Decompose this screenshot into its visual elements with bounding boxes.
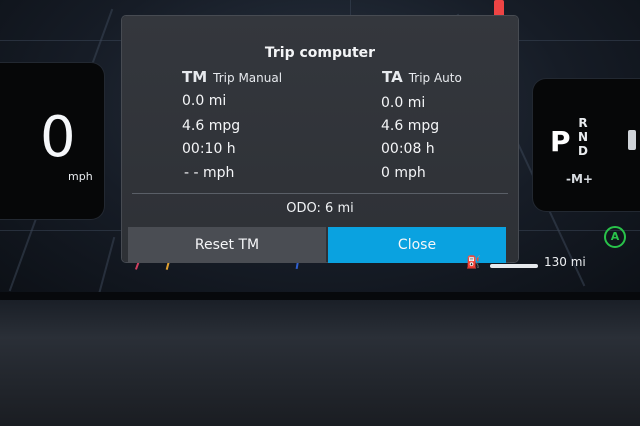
trip-manual-label: Trip Manual: [213, 71, 283, 85]
dashboard-bezel: [0, 300, 640, 426]
gear-options: R N D: [576, 116, 590, 158]
ta-time: 00:08 h: [381, 141, 435, 157]
trip-auto-label: Trip Auto: [408, 71, 462, 85]
tm-speed: - - mph: [184, 165, 235, 181]
trip-manual-abbr: TM: [182, 68, 208, 86]
auto-hold-icon: A: [604, 226, 626, 248]
divider: [132, 193, 508, 194]
trip-auto-abbr: TA: [382, 68, 403, 86]
speed-value: 0: [40, 105, 76, 170]
speed-unit: mph: [68, 170, 93, 183]
trip-auto-header: TA Trip Auto: [382, 68, 462, 86]
trip-manual-header: TM Trip Manual: [182, 68, 282, 86]
gear-selected: P: [550, 125, 571, 158]
odometer: ODO: 6 mi: [286, 201, 354, 216]
ta-speed: 0 mph: [381, 165, 426, 181]
reset-tm-button[interactable]: Reset TM: [128, 227, 326, 263]
gear-option-r: R: [578, 116, 588, 130]
dialog-title: Trip computer: [264, 45, 376, 61]
range-bar: [490, 264, 538, 268]
fuel-pump-icon: ⛽: [466, 255, 481, 269]
ta-economy: 4.6 mpg: [381, 118, 440, 134]
tm-economy: 4.6 mpg: [182, 118, 241, 134]
tm-time: 00:10 h: [182, 141, 236, 157]
indicator-bar: [628, 130, 636, 150]
trip-computer-dialog: Trip computer TM Trip Manual 0.0 mi 4.6 m…: [122, 16, 518, 263]
tm-distance: 0.0 mi: [182, 93, 227, 109]
ta-distance: 0.0 mi: [381, 95, 426, 111]
gear-option-d: D: [578, 144, 588, 158]
map-road: [96, 236, 116, 300]
gear-option-n: N: [577, 130, 589, 144]
gear-mode: -M+: [566, 172, 593, 186]
range-value: 130 mi: [544, 255, 586, 269]
